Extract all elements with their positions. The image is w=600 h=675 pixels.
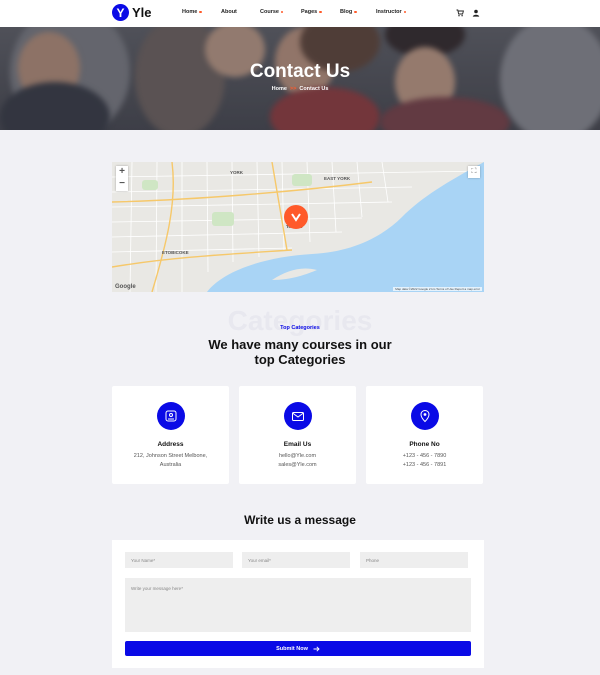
dropdown-dot-icon bbox=[354, 10, 357, 14]
card-line: 212, Johnson Street Melbone, bbox=[133, 453, 208, 459]
breadcrumb-separator: >> bbox=[289, 86, 297, 92]
location-map[interactable]: YORK EAST YORK Toronto ETOBICOKE + − ⛶ G… bbox=[112, 162, 484, 292]
nav-item-course[interactable]: Course bbox=[260, 9, 284, 15]
nav-item-pages[interactable]: Pages bbox=[301, 9, 322, 15]
address-card: Address 212, Johnson Street Melbone, Aus… bbox=[112, 386, 229, 484]
card-line[interactable]: sales@Yle.com bbox=[239, 461, 356, 470]
card-text: +123 - 456 - 7890 +123 - 456 - 7891 bbox=[366, 452, 483, 470]
nav-item-blog[interactable]: Blog bbox=[340, 9, 357, 15]
phone-card: Phone No +123 - 456 - 7890 +123 - 456 - … bbox=[366, 386, 483, 484]
fullscreen-icon[interactable]: ⛶ bbox=[468, 166, 480, 178]
submit-label: Submit Now bbox=[276, 645, 308, 652]
breadcrumb-home[interactable]: Home bbox=[272, 86, 287, 92]
hero-banner: Contact Us Home >> Contact Us bbox=[0, 27, 600, 130]
google-logo: Google bbox=[115, 284, 136, 290]
arrow-right-icon bbox=[313, 645, 320, 652]
card-title: Address bbox=[157, 441, 184, 448]
breadcrumb: Home >> Contact Us bbox=[0, 86, 600, 92]
email-input[interactable] bbox=[242, 552, 350, 568]
page-title: Contact Us bbox=[249, 61, 351, 82]
nav-item-label: Home bbox=[182, 9, 198, 15]
zoom-controls: + − bbox=[116, 166, 128, 191]
card-line[interactable]: +123 - 456 - 7891 bbox=[366, 461, 483, 470]
contact-form: Submit Now bbox=[112, 540, 484, 668]
nav-item-label: Course bbox=[260, 9, 279, 15]
nav-item-label: About bbox=[221, 9, 237, 15]
map-label-york: YORK bbox=[230, 170, 244, 175]
nav-item-instructor[interactable]: Instructor bbox=[376, 9, 407, 15]
card-line: Australia bbox=[159, 462, 182, 468]
submit-button[interactable]: Submit Now bbox=[125, 641, 471, 656]
dropdown-dot-icon bbox=[199, 10, 202, 14]
site-header: Y Yle Home About Course Pages Blog Instr… bbox=[0, 0, 600, 27]
message-textarea[interactable] bbox=[125, 578, 471, 632]
phone-input[interactable] bbox=[360, 552, 468, 568]
email-card: Email Us hello@Yle.com sales@Yle.com bbox=[239, 386, 356, 484]
section-eyebrow: Top Categories bbox=[280, 325, 320, 331]
zoom-out-button[interactable]: − bbox=[116, 178, 128, 190]
email-icon bbox=[283, 402, 312, 430]
card-title: Email Us bbox=[283, 441, 312, 448]
form-title: Write us a message bbox=[244, 513, 356, 527]
breadcrumb-current: Contact Us bbox=[299, 86, 329, 92]
card-line[interactable]: +123 - 456 - 7890 bbox=[366, 452, 483, 461]
nav-item-label: Pages bbox=[301, 9, 318, 15]
dropdown-dot-icon bbox=[403, 10, 407, 14]
main-nav: Home About Course Pages Blog Instructor bbox=[0, 9, 600, 19]
dropdown-dot-icon bbox=[319, 10, 322, 14]
map-attribution[interactable]: Map data ©2022 Google 2 km Terms of Use … bbox=[393, 287, 482, 291]
map-pin-icon[interactable] bbox=[284, 205, 308, 229]
nav-item-label: Blog bbox=[340, 9, 353, 15]
name-input[interactable] bbox=[125, 552, 233, 568]
nav-item-home[interactable]: Home bbox=[182, 9, 202, 15]
phone-icon bbox=[410, 402, 439, 430]
map-label-east-york: EAST YORK bbox=[324, 176, 351, 181]
address-icon bbox=[156, 402, 185, 430]
map-label-etobicoke: ETOBICOKE bbox=[162, 250, 189, 255]
cart-icon[interactable] bbox=[456, 9, 464, 17]
card-line[interactable]: hello@Yle.com bbox=[239, 452, 356, 461]
user-icon[interactable] bbox=[472, 9, 480, 17]
background-word: Categories bbox=[227, 305, 373, 336]
dropdown-dot-icon bbox=[280, 10, 284, 14]
card-title: Phone No bbox=[409, 441, 440, 448]
card-text: 212, Johnson Street Melbone, Australia bbox=[112, 452, 229, 470]
nav-item-label: Instructor bbox=[376, 9, 402, 15]
nav-item-about[interactable]: About bbox=[221, 9, 237, 15]
card-text: hello@Yle.com sales@Yle.com bbox=[239, 452, 356, 470]
section-title: We have many courses in our top Categori… bbox=[208, 337, 392, 367]
zoom-in-button[interactable]: + bbox=[116, 166, 128, 178]
